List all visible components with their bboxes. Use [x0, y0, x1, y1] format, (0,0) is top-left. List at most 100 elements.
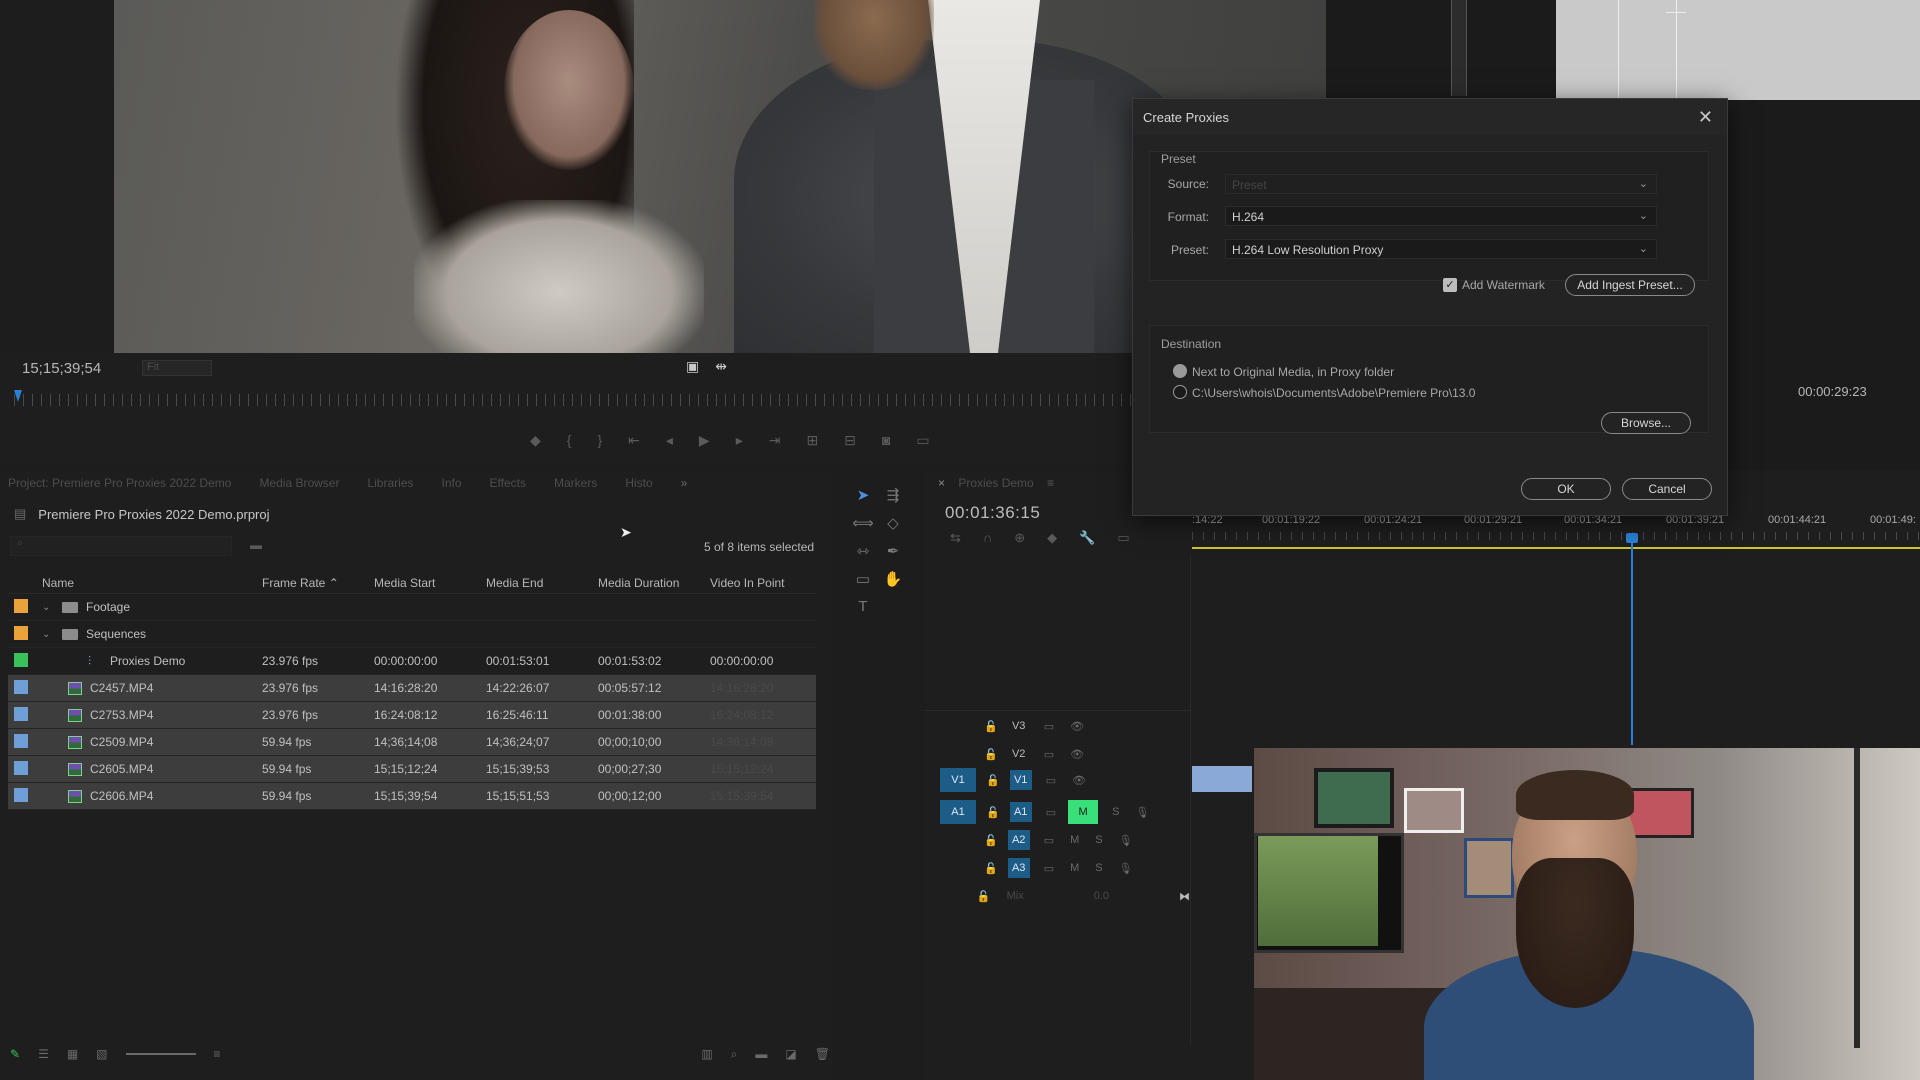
label-color-swatch[interactable] — [14, 733, 28, 748]
new-item-icon[interactable]: ◪ — [785, 1047, 796, 1061]
automate-to-sequence-icon[interactable]: ▥ — [701, 1047, 712, 1061]
work-area-bar[interactable] — [1192, 547, 1920, 549]
settings-box-icon[interactable]: ▣ — [686, 358, 699, 375]
label-color-swatch[interactable] — [14, 652, 28, 667]
disclosure-chevron-icon[interactable]: ⌄ — [42, 602, 54, 613]
go-to-out-icon[interactable]: ⇥ — [769, 432, 781, 449]
solo-button-a1[interactable]: S — [1112, 806, 1119, 819]
sequence-tab[interactable]: × Proxies Demo ≡ — [938, 476, 1054, 490]
track-label-a2[interactable]: A2 — [1007, 830, 1030, 850]
slip-tool-icon[interactable]: ⇿ — [848, 542, 878, 560]
new-search-bin-icon[interactable]: ▬ — [250, 538, 262, 552]
label-color-swatch[interactable] — [14, 787, 28, 802]
tab-media-browser[interactable]: Media Browser — [251, 476, 359, 490]
go-to-in-icon[interactable]: ⇤ — [628, 432, 640, 449]
table-row[interactable]: ⌄ Sequences — [8, 621, 816, 648]
rectangle-tool-icon[interactable]: ▭ — [848, 570, 878, 588]
panel-overflow-icon[interactable]: » — [673, 476, 708, 490]
snap-icon[interactable]: ∩ — [983, 530, 992, 546]
mute-button-a1[interactable]: M — [1068, 800, 1099, 824]
table-row[interactable]: ⫶ Proxies Demo 23.976 fps 00:00:00:00 00… — [8, 648, 816, 675]
format-select[interactable]: H.264 ⌄ — [1225, 206, 1657, 226]
dest-next-to-original-radio[interactable] — [1173, 364, 1187, 378]
microphone-icon[interactable]: 🎙 — [1135, 806, 1149, 819]
playhead-handle[interactable] — [1626, 533, 1638, 543]
selection-tool-icon[interactable]: ➤ — [848, 486, 878, 504]
mark-in-icon[interactable]: { — [567, 432, 572, 449]
project-search-input[interactable]: ⌕ — [10, 536, 232, 556]
insert-icon[interactable]: ⊞ — [806, 432, 818, 449]
tab-libraries[interactable]: Libraries — [359, 476, 433, 490]
close-icon[interactable]: ✕ — [1698, 107, 1713, 128]
dest-custom-path-radio[interactable] — [1173, 385, 1187, 399]
table-row[interactable]: C2457.MP4 23.976 fps 14:16:28:20 14:22:2… — [8, 675, 816, 702]
source-patch-empty[interactable] — [938, 714, 974, 738]
label-color-swatch[interactable] — [14, 625, 28, 640]
add-marker-icon[interactable]: ◆ — [530, 432, 541, 449]
pen-tool-icon[interactable]: ✒ — [878, 542, 908, 560]
trash-icon[interactable]: 🗑 — [815, 1047, 830, 1061]
label-color-swatch[interactable] — [14, 679, 28, 694]
col-media-end[interactable]: Media End — [486, 576, 598, 590]
col-media-duration[interactable]: Media Duration — [598, 576, 710, 590]
disclosure-chevron-icon[interactable]: ⌄ — [42, 629, 54, 640]
tab-info[interactable]: Info — [434, 476, 482, 490]
sync-lock-icon[interactable]: ▭ — [1044, 720, 1054, 733]
solo-button-a2[interactable]: S — [1095, 834, 1102, 847]
zoom-fit-select[interactable]: Fit — [142, 360, 212, 376]
source-patch-a1[interactable]: A1 — [940, 800, 976, 824]
cancel-button[interactable]: Cancel — [1622, 478, 1712, 500]
new-bin-icon[interactable]: ▬ — [755, 1047, 767, 1061]
step-back-icon[interactable]: ◂ — [666, 432, 673, 449]
lock-icon[interactable]: 🔓 — [984, 862, 998, 875]
col-video-in-point[interactable]: Video In Point — [710, 576, 810, 590]
button-editor-icon[interactable]: ▭ — [916, 432, 929, 449]
tab-markers[interactable]: Markers — [546, 476, 617, 490]
label-color-swatch[interactable] — [14, 706, 28, 721]
col-name[interactable]: Name — [42, 576, 262, 590]
table-row[interactable]: ⌄ Footage — [8, 594, 816, 621]
add-ingest-preset-button[interactable]: Add Ingest Preset... — [1565, 274, 1695, 296]
panel-menu-icon[interactable]: ≡ — [1047, 476, 1054, 490]
table-row[interactable]: C2606.MP4 59.94 fps 15;15;39;54 15;15;51… — [8, 783, 816, 810]
wrench-icon[interactable]: 🔧 — [1079, 530, 1095, 546]
label-color-swatch[interactable] — [14, 598, 28, 613]
mute-button-a3[interactable]: M — [1070, 862, 1079, 875]
export-frame-icon[interactable]: ◙ — [882, 432, 890, 449]
add-marker-icon[interactable]: ◆ — [1047, 530, 1057, 546]
overwrite-icon[interactable]: ⊟ — [844, 432, 856, 449]
type-tool-icon[interactable]: T — [848, 598, 878, 615]
resize-arrows-icon[interactable]: ⇹ — [715, 358, 727, 375]
tab-project[interactable]: Project: Premiere Pro Proxies 2022 Demo — [0, 476, 251, 490]
track-label-a3[interactable]: A3 — [1007, 858, 1030, 878]
zoom-slider[interactable] — [125, 1053, 196, 1055]
source-patch-empty[interactable] — [938, 856, 974, 880]
eye-icon[interactable]: 👁 — [1072, 774, 1086, 787]
pencil-icon[interactable]: ✎ — [10, 1047, 20, 1061]
track-label-a1[interactable]: A1 — [1009, 802, 1032, 822]
close-tab-icon[interactable]: × — [938, 476, 945, 490]
mix-value[interactable]: 0.0 — [1094, 890, 1109, 902]
monitor-scrubber[interactable] — [14, 394, 1134, 406]
sync-lock-icon[interactable]: ▭ — [1046, 806, 1056, 819]
preset-select[interactable]: H.264 Low Resolution Proxy ⌄ — [1225, 239, 1657, 259]
microphone-icon[interactable]: 🎙 — [1119, 862, 1133, 875]
eye-icon[interactable]: 👁 — [1070, 720, 1084, 733]
mute-button-a2[interactable]: M — [1070, 834, 1079, 847]
lock-icon[interactable]: 🔓 — [986, 806, 1000, 819]
timeline-clip-v1[interactable] — [1192, 766, 1252, 792]
step-forward-icon[interactable]: ▸ — [736, 432, 743, 449]
source-patch-v1[interactable]: V1 — [940, 768, 976, 792]
list-view-icon[interactable]: ☰ — [38, 1047, 49, 1061]
solo-button-a3[interactable]: S — [1095, 862, 1102, 875]
table-row[interactable]: C2605.MP4 59.94 fps 15;15;12;24 15;15;39… — [8, 756, 816, 783]
find-icon[interactable]: ⌕ — [731, 1047, 738, 1062]
lock-icon[interactable]: 🔓 — [986, 774, 1000, 787]
col-frame-rate[interactable]: Frame Rate ⌃ — [262, 576, 374, 590]
source-patch-empty[interactable] — [938, 828, 974, 852]
linked-selection-icon[interactable]: ⊕ — [1014, 530, 1025, 546]
timeline-playhead[interactable] — [1631, 535, 1633, 745]
ok-button[interactable]: OK — [1521, 478, 1611, 500]
table-row[interactable]: C2509.MP4 59.94 fps 14;36;14;08 14;36;24… — [8, 729, 816, 756]
captions-icon[interactable]: ▭ — [1117, 530, 1129, 546]
